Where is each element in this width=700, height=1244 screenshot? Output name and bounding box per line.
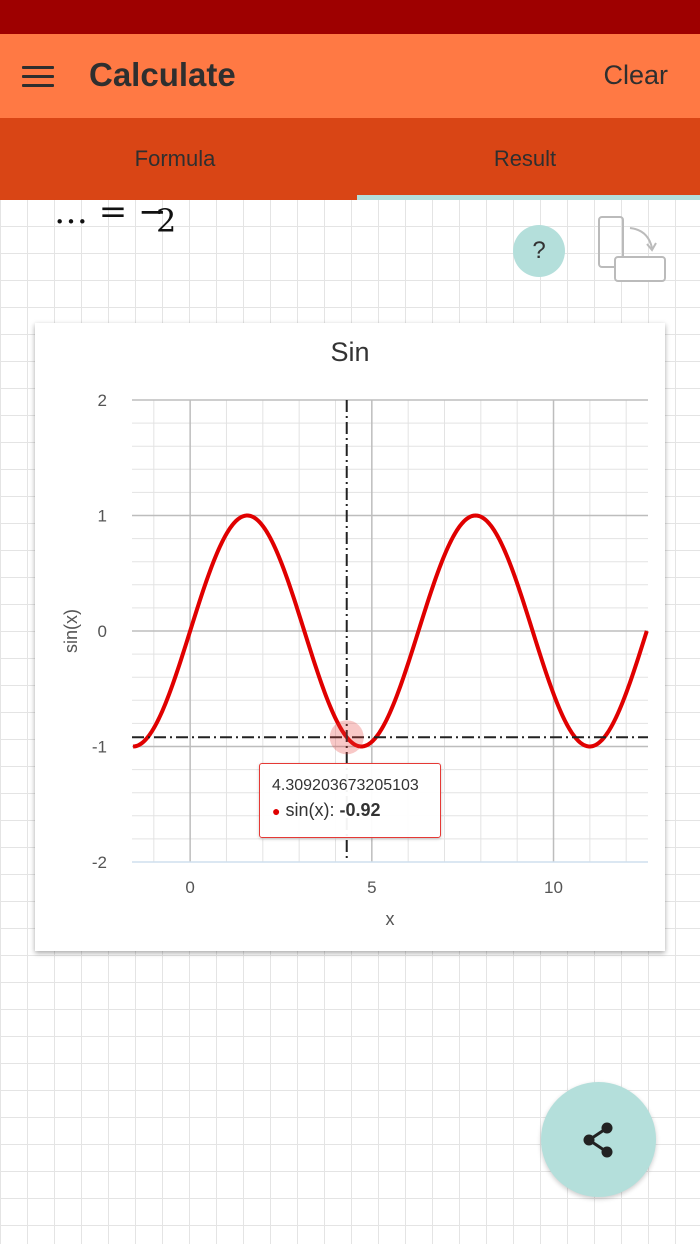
page-title: Calculate	[89, 56, 236, 93]
crosshair-marker	[329, 720, 364, 755]
y-tick-label: 2	[98, 391, 107, 410]
x-tick-label: 5	[367, 878, 376, 897]
menu-icon[interactable]	[22, 58, 66, 94]
tooltip-series-marker: ●	[272, 803, 281, 819]
chart-title: Sin	[330, 337, 370, 367]
share-icon	[583, 1122, 613, 1158]
tooltip-x-value: 4.309203673205103	[272, 777, 419, 794]
y-tick-label: -2	[92, 853, 107, 872]
chart-tooltip: 4.309203673205103 ● sin(x): -0.92	[259, 763, 441, 838]
tab-formula[interactable]: Formula	[0, 118, 350, 200]
tooltip-value: -0.92	[339, 800, 381, 820]
chart-card: 0 5 10 2 1 0 -1 -2 x sin(x) Sin 4.309203673205103…	[35, 323, 665, 951]
sin-chart[interactable]: 0 5 10210-1-2xsin(x)	[35, 323, 665, 951]
tab-indicator	[357, 195, 700, 200]
x-tick-label: 0	[185, 878, 194, 897]
y-tick-label: 0	[98, 622, 107, 641]
tooltip-series-label: sin(x):	[285, 800, 335, 820]
y-tick-label: -1	[92, 738, 107, 757]
help-button[interactable]: ?	[513, 225, 565, 277]
share-button[interactable]	[541, 1082, 656, 1197]
app-bar: Calculate Clear	[0, 34, 700, 118]
rotate-device-icon[interactable]	[594, 214, 670, 286]
x-axis-label: x	[386, 909, 395, 929]
status-bar	[0, 0, 700, 34]
x-tick-label: 10	[544, 878, 563, 897]
formula-dots: … = −	[54, 192, 167, 232]
tab-result[interactable]: Result	[350, 118, 700, 200]
tab-bar: Formula Result	[0, 118, 700, 200]
y-tick-label: 1	[98, 507, 107, 526]
clear-button[interactable]: Clear	[603, 60, 668, 91]
y-axis-label: sin(x)	[61, 609, 81, 653]
formula-denominator: 2	[156, 202, 177, 240]
